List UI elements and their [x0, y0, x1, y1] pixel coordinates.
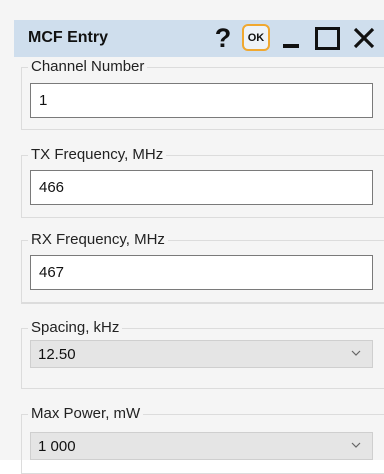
spacing-select[interactable]: 12.50: [30, 340, 373, 368]
title-bar: MCF Entry ? OK: [14, 20, 384, 57]
tx-frequency-group: TX Frequency, MHz: [21, 146, 384, 218]
close-button[interactable]: [350, 23, 378, 53]
max-power-select[interactable]: 1 000: [30, 432, 373, 460]
spacing-group: Spacing, kHz 12.50: [21, 319, 384, 389]
close-icon: [353, 27, 375, 49]
ok-button[interactable]: OK: [242, 24, 270, 51]
channel-number-group: Channel Number: [21, 58, 384, 130]
rx-frequency-input[interactable]: [30, 255, 373, 290]
rx-frequency-group: RX Frequency, MHz: [21, 231, 384, 303]
tx-frequency-label: TX Frequency, MHz: [28, 146, 167, 163]
maximize-button[interactable]: [313, 23, 341, 53]
max-power-group: Max Power, mW 1 000: [21, 405, 384, 474]
minimize-button[interactable]: [278, 23, 304, 53]
maximize-icon: [314, 26, 340, 50]
help-button[interactable]: ?: [210, 23, 236, 53]
spacing-selected-value: 12.50: [38, 346, 76, 363]
channel-number-label: Channel Number: [28, 58, 148, 75]
chevron-down-icon: [351, 442, 361, 448]
dialog-title: MCF Entry: [28, 29, 108, 46]
max-power-label: Max Power, mW: [28, 405, 144, 422]
channel-number-input[interactable]: [30, 83, 373, 118]
question-mark-icon: ?: [214, 22, 232, 53]
mcf-entry-dialog: MCF Entry ? OK Channel Number TX Frequen…: [0, 0, 384, 474]
spacing-label: Spacing, kHz: [28, 319, 123, 336]
chevron-down-icon: [351, 350, 361, 356]
ok-button-label: OK: [247, 31, 265, 44]
section-divider: [21, 303, 384, 304]
max-power-selected-value: 1 000: [38, 438, 76, 455]
rx-frequency-label: RX Frequency, MHz: [28, 231, 168, 248]
tx-frequency-input[interactable]: [30, 170, 373, 205]
minimize-icon: [283, 44, 299, 48]
